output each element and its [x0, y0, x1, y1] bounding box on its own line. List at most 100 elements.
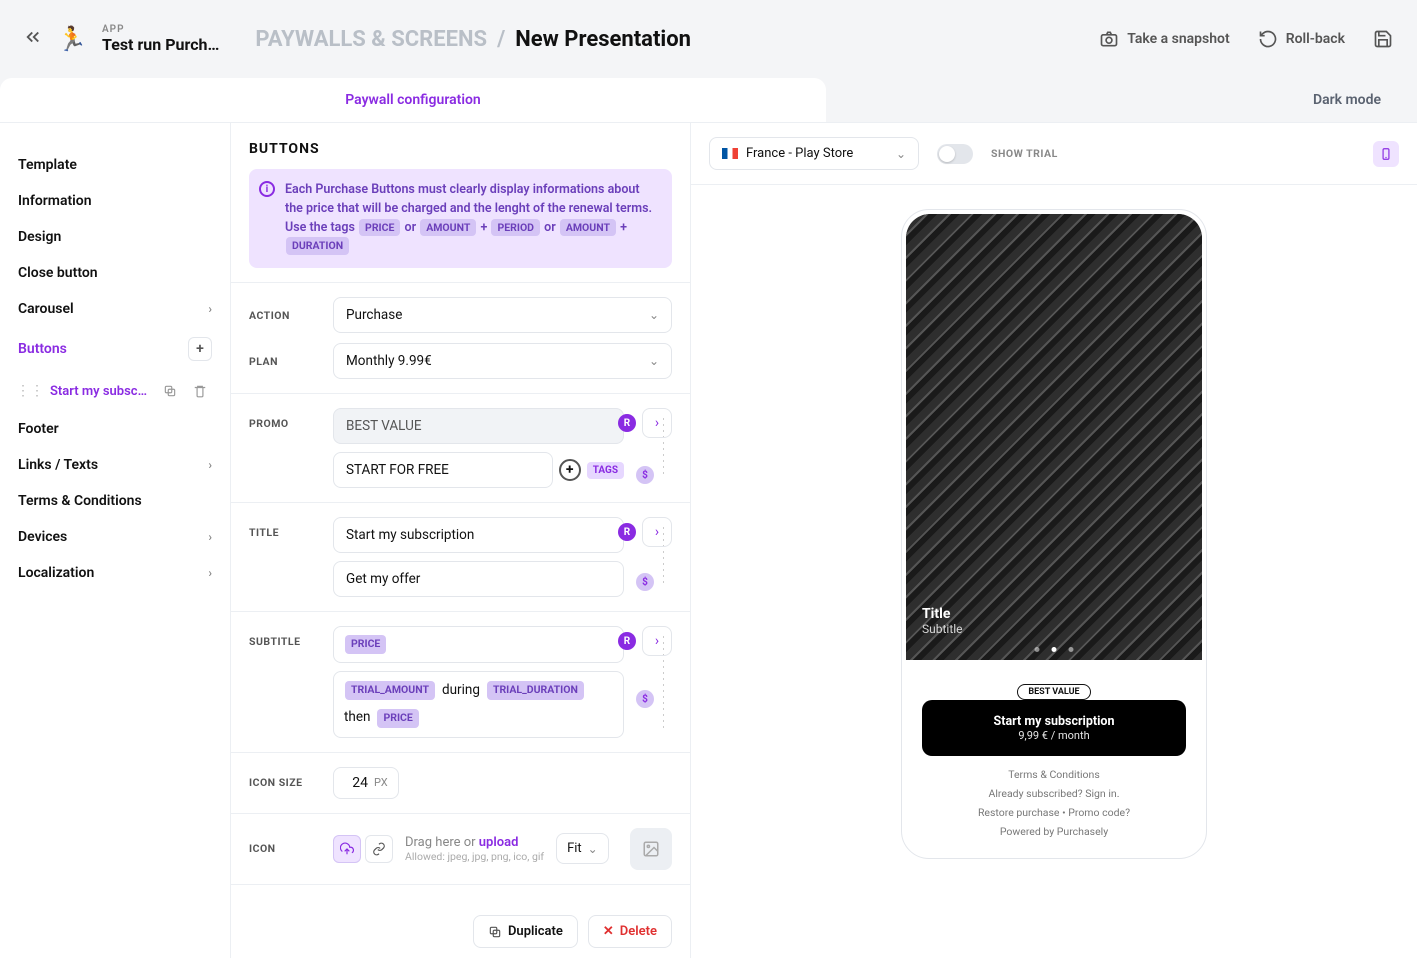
breadcrumb: PAYWALLS & SCREENS / New Presentation	[255, 27, 691, 52]
expand-button[interactable]: ›	[642, 408, 672, 438]
section-title: TITLE Start my subscription Get my offer…	[231, 502, 690, 611]
breadcrumb-sep: /	[497, 27, 505, 52]
copy-icon[interactable]	[158, 379, 182, 403]
carousel-dots	[1035, 647, 1074, 652]
upload-cloud-button[interactable]	[333, 835, 361, 863]
link-button[interactable]	[365, 835, 393, 863]
sidebar-item-localization[interactable]: Localization›	[12, 555, 218, 591]
sidebar-item-template[interactable]: Template	[12, 147, 218, 183]
s-badge: $	[636, 690, 654, 708]
app-title: Test run Purch…	[102, 35, 219, 54]
sidebar-sub-item[interactable]: ⋮⋮ Start my subsc…	[12, 371, 218, 411]
locale-select[interactable]: France - Play Store ⌄	[709, 137, 919, 170]
show-trial-label: SHOW TRIAL	[991, 147, 1058, 160]
subtitle-input-1[interactable]: PRICE	[333, 626, 624, 663]
link-restore-promo[interactable]: Restore purchase • Promo code?	[978, 804, 1130, 823]
chevron-down-icon: ⌄	[649, 354, 659, 368]
label-icon-size: ICON SIZE	[249, 776, 321, 789]
section-icon-size: ICON SIZE 24 PX	[231, 752, 690, 813]
icon-size-value[interactable]: 24	[344, 775, 368, 791]
trash-icon[interactable]	[188, 379, 212, 403]
phone-hero: Title Subtitle	[906, 214, 1202, 660]
hero-subtitle: Subtitle	[922, 622, 963, 636]
fit-select[interactable]: Fit ⌄	[556, 833, 609, 864]
drag-drop-zone[interactable]: Drag here or upload Allowed: jpeg, jpg, …	[405, 835, 544, 863]
sidebar-item-information[interactable]: Information	[12, 183, 218, 219]
editor-footer-actions: Duplicate ✕ Delete	[473, 915, 672, 948]
title-input-2[interactable]: Get my offer	[333, 561, 624, 597]
icon-size-unit: PX	[374, 776, 388, 789]
hero-title: Title	[922, 606, 963, 622]
main: Template Information Design Close button…	[0, 122, 1417, 958]
title-input-1[interactable]: Start my subscription	[333, 517, 624, 553]
take-snapshot-button[interactable]: Take a snapshot	[1099, 29, 1229, 49]
add-button-icon[interactable]: +	[188, 337, 212, 361]
app-eyebrow: APP	[102, 24, 219, 35]
rollback-label: Roll-back	[1286, 31, 1345, 47]
sidebar-item-close-button[interactable]: Close button	[12, 255, 218, 291]
expand-button[interactable]: ›	[642, 626, 672, 656]
phone-footer-links: Terms & Conditions Already subscribed? S…	[978, 766, 1130, 842]
chevron-down-icon: ⌄	[649, 308, 659, 322]
sidebar-item-buttons[interactable]: Buttons+	[12, 327, 218, 371]
editor-panel: BUTTONS i Each Purchase Buttons must cle…	[231, 123, 691, 958]
show-trial-toggle[interactable]	[937, 144, 973, 164]
editor-heading: BUTTONS	[231, 123, 690, 169]
tab-dark-mode[interactable]: Dark mode	[1277, 92, 1417, 108]
preview-stage: Title Subtitle BEST VALUE Start my subsc…	[691, 185, 1417, 958]
section-action-plan: ACTION Purchase ⌄ PLAN Monthly 9.99€ ⌄	[231, 282, 690, 393]
r-badge: R	[618, 632, 636, 650]
drag-handle-icon[interactable]: ⋮⋮	[16, 383, 44, 399]
r-badge: R	[618, 523, 636, 541]
promo-input-2[interactable]: START FOR FREE	[333, 452, 553, 488]
preview-column: France - Play Store ⌄ SHOW TRIAL Title S…	[691, 123, 1417, 958]
chevron-right-icon: ›	[208, 530, 212, 544]
duplicate-button[interactable]: Duplicate	[473, 915, 578, 948]
save-button[interactable]	[1373, 29, 1393, 49]
link-terms[interactable]: Terms & Conditions	[978, 766, 1130, 785]
sidebar: Template Information Design Close button…	[0, 123, 231, 958]
add-tag-button[interactable]: +	[559, 459, 581, 481]
header: 🏃 APP Test run Purch… PAYWALLS & SCREENS…	[0, 0, 1417, 78]
sidebar-item-design[interactable]: Design	[12, 219, 218, 255]
app-info: APP Test run Purch…	[102, 24, 219, 54]
best-value-badge: BEST VALUE	[1017, 684, 1090, 700]
link-signin[interactable]: Already subscribed? Sign in.	[978, 785, 1130, 804]
preview-toolbar: France - Play Store ⌄ SHOW TRIAL	[691, 123, 1417, 185]
collapse-sidebar-icon[interactable]	[24, 28, 42, 51]
link-powered-by: Powered by Purchasely	[978, 823, 1130, 842]
breadcrumb-current: New Presentation	[515, 27, 691, 52]
s-badge: $	[636, 466, 654, 484]
sidebar-item-links-texts[interactable]: Links / Texts›	[12, 447, 218, 483]
action-select[interactable]: Purchase ⌄	[333, 297, 672, 333]
tab-paywall-config[interactable]: Paywall configuration	[0, 78, 826, 122]
snapshot-label: Take a snapshot	[1127, 31, 1229, 47]
sidebar-item-footer[interactable]: Footer	[12, 411, 218, 447]
label-title: TITLE	[249, 517, 321, 539]
sidebar-item-carousel[interactable]: Carousel›	[12, 291, 218, 327]
rollback-button[interactable]: Roll-back	[1258, 29, 1345, 49]
expand-button[interactable]: ›	[642, 517, 672, 547]
phone-preview: Title Subtitle BEST VALUE Start my subsc…	[901, 209, 1207, 859]
cta-button[interactable]: Start my subscription 9,99 € / month	[922, 700, 1186, 756]
chevron-right-icon: ›	[208, 302, 212, 316]
flag-icon	[722, 148, 738, 159]
section-subtitle: SUBTITLE PRICE TRIAL_AMOUNT during TRIAL…	[231, 611, 690, 752]
chevron-down-icon: ⌄	[896, 147, 906, 161]
sidebar-item-devices[interactable]: Devices›	[12, 519, 218, 555]
plan-select[interactable]: Monthly 9.99€ ⌄	[333, 343, 672, 379]
promo-input-1[interactable]: BEST VALUE	[333, 408, 624, 444]
sidebar-sub-label: Start my subsc…	[50, 384, 152, 399]
device-preview-button[interactable]	[1373, 141, 1399, 167]
subtitle-input-2[interactable]: TRIAL_AMOUNT during TRIAL_DURATION then …	[333, 671, 624, 738]
label-action: ACTION	[249, 309, 321, 322]
chevron-right-icon: ›	[208, 458, 212, 472]
info-icon: i	[259, 181, 275, 197]
app-logo-icon: 🏃	[56, 23, 88, 55]
tabs-bar: Paywall configuration Dark mode	[0, 78, 1417, 122]
label-subtitle: SUBTITLE	[249, 626, 321, 648]
label-icon: ICON	[249, 842, 321, 855]
sidebar-item-terms[interactable]: Terms & Conditions	[12, 483, 218, 519]
delete-button[interactable]: ✕ Delete	[588, 915, 672, 948]
breadcrumb-root[interactable]: PAYWALLS & SCREENS	[255, 27, 487, 52]
